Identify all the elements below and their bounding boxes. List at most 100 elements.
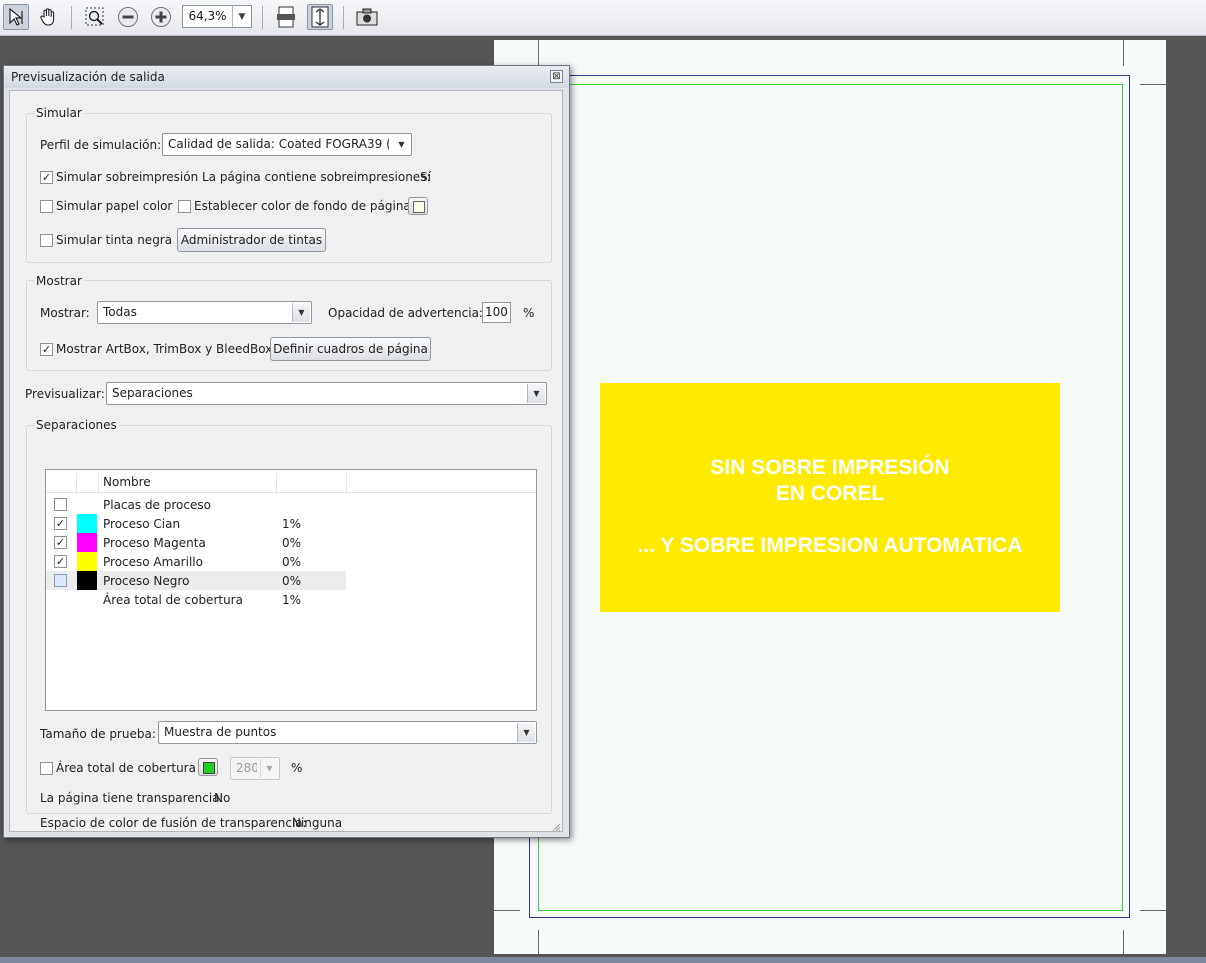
simular-papel-label: Simular papel color: [56, 199, 173, 213]
administrador-tintas-button[interactable]: Administrador de tintas: [177, 228, 326, 252]
fondo-pagina-label: Establecer color de fondo de página: [194, 199, 411, 213]
chevron-down-icon[interactable]: ▼: [233, 6, 251, 27]
chevron-down-icon[interactable]: ▼: [527, 384, 545, 403]
simular-tinta-checkbox[interactable]: [40, 234, 53, 247]
simular-papel-checkbox[interactable]: [40, 200, 53, 213]
output-preview-dialog: Previsualización de salida ⊠ Simular Per…: [3, 65, 570, 838]
chevron-down-icon[interactable]: ▼: [292, 303, 310, 322]
select-tool-button[interactable]: [3, 4, 29, 30]
fondo-pagina-checkbox[interactable]: [178, 200, 191, 213]
fit-page-width-icon: [277, 6, 295, 28]
zoom-in-button[interactable]: [148, 4, 174, 30]
list-item[interactable]: Proceso Negro 0%: [46, 571, 346, 590]
fit-page-icon: [311, 6, 329, 28]
perfil-select[interactable]: Calidad de salida: Coated FOGRA39 (ISO 1…: [162, 133, 412, 156]
transparencia-label: La página tiene transparencia:: [40, 791, 224, 805]
chevron-down-icon[interactable]: ▼: [393, 135, 410, 154]
black-swatch: [77, 571, 97, 590]
crop-mark: [1123, 40, 1124, 66]
crop-mark: [1140, 84, 1166, 85]
snapshot-button[interactable]: [354, 4, 380, 30]
crop-mark: [494, 910, 520, 911]
perfil-label: Perfil de simulación:: [40, 138, 162, 152]
marquee-zoom-button[interactable]: [82, 4, 108, 30]
toolbar: 64,3% ▼: [0, 0, 1206, 36]
close-icon[interactable]: ⊠: [550, 70, 563, 83]
background-color-picker[interactable]: [408, 197, 428, 215]
mostrar-value: Todas: [103, 305, 137, 319]
hand-tool-button[interactable]: [35, 4, 61, 30]
area-cobertura-checkbox[interactable]: [40, 762, 53, 775]
simular-tinta-label: Simular tinta negra: [56, 233, 173, 247]
yellow-swatch: [77, 552, 97, 571]
cobertura-color-picker[interactable]: [198, 758, 218, 776]
mostrar-group-label: Mostrar: [34, 274, 84, 288]
previsualizar-select[interactable]: Separaciones ▼: [106, 382, 547, 405]
crop-mark: [1140, 910, 1166, 911]
cursor-icon: [9, 7, 23, 26]
plus-circle-icon: [151, 7, 171, 27]
list-item[interactable]: ✓ Proceso Cian 1%: [46, 514, 346, 533]
previsualizar-label: Previsualizar:: [25, 387, 105, 401]
mostrar-boxes-checkbox[interactable]: ✓: [40, 343, 53, 356]
tamano-prueba-select[interactable]: Muestra de puntos ▼: [158, 721, 537, 744]
column-nombre[interactable]: Nombre: [103, 475, 151, 489]
row-checkbox[interactable]: ✓: [54, 555, 67, 568]
list-item[interactable]: Área total de cobertura 1%: [46, 590, 346, 609]
perfil-value: Calidad de salida: Coated FOGRA39 (ISO 1…: [168, 137, 389, 151]
dialog-title[interactable]: Previsualización de salida: [4, 66, 569, 88]
tamano-prueba-label: Tamaño de prueba:: [40, 727, 156, 741]
zoom-marquee-icon: [85, 7, 104, 26]
hand-icon: [40, 8, 55, 26]
transparencia-value: No: [214, 791, 231, 805]
espacio-color-value: Ninguna: [292, 816, 343, 830]
crop-mark: [538, 930, 539, 954]
zoom-field[interactable]: 64,3% ▼: [182, 5, 252, 28]
mostrar-select[interactable]: Todas ▼: [97, 301, 312, 324]
cyan-swatch: [77, 514, 97, 533]
zoom-value[interactable]: 64,3%: [183, 6, 233, 27]
camera-icon: [356, 8, 378, 26]
row-checkbox[interactable]: [54, 574, 67, 587]
mostrar-boxes-label: Mostrar ArtBox, TrimBox y BleedBox: [56, 342, 273, 356]
yellow-panel: SIN SOBRE IMPRESIÓN EN COREL ... Y SOBRE…: [600, 383, 1060, 612]
chevron-down-icon[interactable]: ▼: [260, 759, 278, 778]
simular-sobreimpresion-checkbox[interactable]: ✓: [40, 171, 53, 184]
contiene-sobreimpresiones-label: La página contiene sobreimpresiones:: [202, 170, 431, 184]
panel-heading: SIN SOBRE IMPRESIÓN EN COREL: [710, 456, 950, 505]
opacidad-percent: %: [523, 306, 535, 320]
color-swatch-icon: [413, 201, 425, 213]
opacidad-label: Opacidad de advertencia:: [328, 306, 483, 320]
cobertura-value-select[interactable]: 280 ▼: [230, 757, 280, 780]
zoom-out-button[interactable]: [115, 4, 141, 30]
list-item[interactable]: ✓ Proceso Magenta 0%: [46, 533, 346, 552]
mostrar-label: Mostrar:: [40, 306, 90, 320]
crop-mark: [1123, 930, 1124, 954]
contiene-sobreimpresiones-value: Sí: [420, 170, 431, 184]
area-cobertura-label: Área total de cobertura: [56, 761, 196, 775]
simular-sobreimpresion-label: Simular sobreimpresión: [56, 170, 199, 184]
resize-grip-icon[interactable]: [552, 821, 561, 832]
color-swatch-icon: [203, 762, 215, 774]
fit-width-button[interactable]: [273, 4, 299, 30]
taskbar-strip: [0, 957, 1206, 963]
espacio-color-label: Espacio de color de fusión de transparen…: [40, 816, 307, 830]
tamano-prueba-value: Muestra de puntos: [164, 725, 277, 739]
definir-cuadros-button[interactable]: Definir cuadros de página: [270, 337, 431, 361]
crop-mark: [538, 40, 539, 66]
opacidad-input[interactable]: 100: [482, 302, 511, 323]
list-header: Nombre: [46, 470, 536, 493]
chevron-down-icon[interactable]: ▼: [517, 723, 535, 742]
row-checkbox[interactable]: [54, 498, 67, 511]
cobertura-percent: %: [291, 761, 303, 775]
separaciones-group-label: Separaciones: [34, 418, 119, 432]
panel-subheading: ... Y SOBRE IMPRESION AUTOMATICA: [637, 534, 1023, 557]
separaciones-list[interactable]: Nombre Placas de proceso ✓ Proceso Cian …: [45, 469, 537, 711]
list-item[interactable]: ✓ Proceso Amarillo 0%: [46, 552, 346, 571]
magenta-swatch: [77, 533, 97, 552]
minus-circle-icon: [118, 7, 138, 27]
list-item[interactable]: Placas de proceso: [46, 495, 346, 514]
fit-page-button[interactable]: [307, 4, 333, 30]
row-checkbox[interactable]: ✓: [54, 517, 67, 530]
row-checkbox[interactable]: ✓: [54, 536, 67, 549]
